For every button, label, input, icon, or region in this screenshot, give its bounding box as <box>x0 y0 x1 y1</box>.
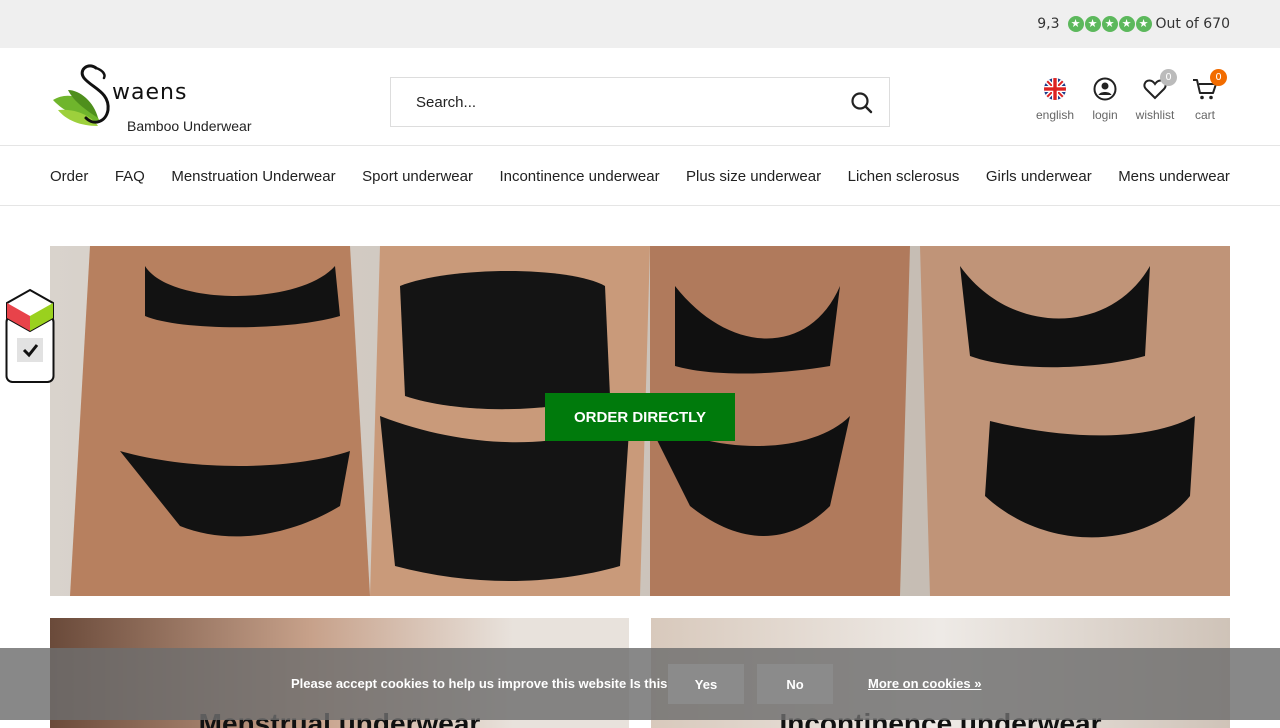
star-icon: ★ <box>1101 16 1118 32</box>
wishlist-count-badge: 0 <box>1160 69 1177 86</box>
nav-divider <box>0 205 1280 206</box>
cookie-banner: Please accept cookies to help us improve… <box>0 648 1280 720</box>
nav-item-menstruation[interactable]: Menstruation Underwear <box>171 168 335 185</box>
nav-item-mens[interactable]: Mens underwear <box>1118 168 1230 185</box>
flag-uk-icon <box>1044 78 1066 100</box>
rating-stars: ★ ★ ★ ★ ★ <box>1067 16 1152 32</box>
logo[interactable]: waens Bamboo Underwear <box>50 60 280 140</box>
search-input[interactable] <box>416 93 836 111</box>
nav-item-plus-size[interactable]: Plus size underwear <box>686 168 821 185</box>
cookie-more-link[interactable]: More on cookies » <box>868 676 981 691</box>
login-link[interactable]: login <box>1080 76 1130 122</box>
language-label: english <box>1035 108 1075 122</box>
main-nav: Order FAQ Menstruation Underwear Sport u… <box>50 147 1230 205</box>
site-header: waens Bamboo Underwear english <box>0 48 1280 146</box>
wishlist-label: wishlist <box>1135 108 1175 122</box>
wishlist-link[interactable]: 0 wishlist <box>1130 69 1180 122</box>
logo-brand: waens <box>112 80 188 105</box>
user-icon <box>1093 77 1117 101</box>
star-icon: ★ <box>1084 16 1101 32</box>
order-directly-button[interactable]: ORDER DIRECTLY <box>545 393 735 441</box>
nav-item-lichen[interactable]: Lichen sclerosus <box>848 168 960 185</box>
nav-item-girls[interactable]: Girls underwear <box>986 168 1092 185</box>
nav-item-sport[interactable]: Sport underwear <box>362 168 473 185</box>
star-icon: ★ <box>1067 16 1084 32</box>
search-icon[interactable] <box>849 90 875 116</box>
login-label: login <box>1092 108 1118 122</box>
cart-label: cart <box>1194 108 1215 122</box>
nav-item-order[interactable]: Order <box>50 168 88 185</box>
rating-count[interactable]: Out of 670 <box>1156 16 1231 32</box>
cookie-yes-button[interactable]: Yes <box>668 664 744 704</box>
language-switch[interactable]: english <box>1030 76 1080 122</box>
cookie-no-button[interactable]: No <box>757 664 833 704</box>
review-widget-icon <box>5 288 55 383</box>
logo-subtitle: Bamboo Underwear <box>127 118 252 134</box>
header-actions: english login 0 wishlist 0 cart <box>1030 69 1230 122</box>
nav-item-faq[interactable]: FAQ <box>115 168 145 185</box>
star-icon: ★ <box>1118 16 1135 32</box>
search-box <box>390 77 890 127</box>
cart-link[interactable]: 0 cart <box>1180 69 1230 122</box>
rating-bar: 9,3 ★ ★ ★ ★ ★ Out of 670 <box>0 0 1280 48</box>
hero-banner: ORDER DIRECTLY <box>50 246 1230 596</box>
rating-score: 9,3 <box>1037 16 1060 32</box>
review-widget[interactable] <box>5 288 55 384</box>
nav-item-incontinence[interactable]: Incontinence underwear <box>499 168 659 185</box>
cookie-message: Please accept cookies to help us improve… <box>291 676 699 691</box>
star-icon: ★ <box>1135 16 1152 32</box>
cart-count-badge: 0 <box>1210 69 1227 86</box>
